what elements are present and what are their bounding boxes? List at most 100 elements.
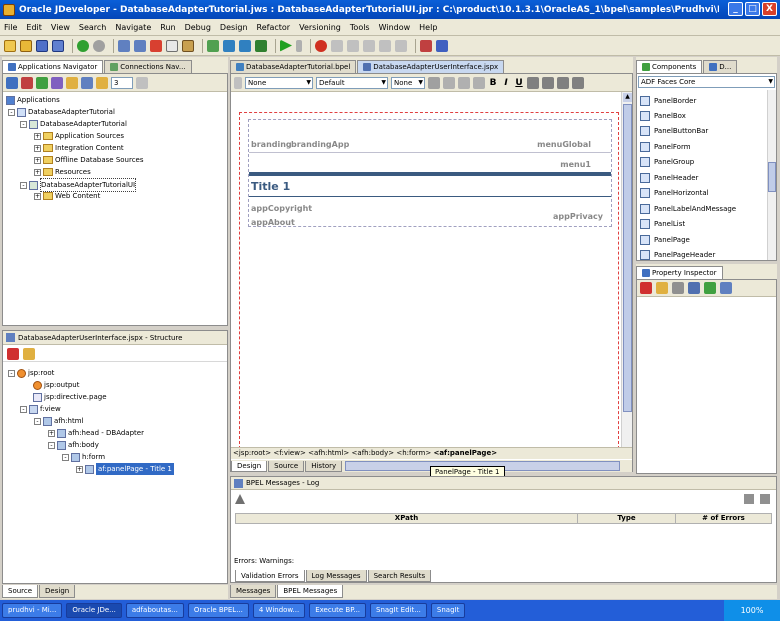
tab-editor-source[interactable]: Source	[268, 460, 305, 472]
menu-global-facet[interactable]: menuGlobal	[537, 140, 591, 149]
close-button[interactable]: X	[762, 2, 777, 16]
menu-help[interactable]: Help	[419, 23, 437, 32]
col-xpath[interactable]: XPath	[236, 514, 578, 523]
task-adfaboutas[interactable]: adfaboutas...	[125, 603, 184, 618]
underline-button[interactable]: U	[514, 78, 524, 88]
component-panel-form[interactable]: PanelForm	[640, 142, 691, 152]
tree-node-applications[interactable]: Applications	[6, 94, 60, 106]
branding-facet[interactable]: branding	[251, 140, 292, 149]
toggle-breakpoint-icon[interactable]	[420, 39, 432, 52]
forward-icon[interactable]	[93, 39, 105, 52]
tab-applications-navigator[interactable]: Applications Navigator	[2, 60, 104, 73]
menu-view[interactable]: View	[51, 23, 70, 32]
page-canvas[interactable]: branding brandingApp menuGlobal menu1 Ti…	[239, 112, 619, 454]
menu-design[interactable]: Design	[220, 23, 248, 32]
task-oracle-bpel[interactable]: Oracle BPEL...	[187, 603, 249, 618]
align-left-icon[interactable]	[527, 76, 539, 89]
struct-node-f-view[interactable]: - f:view	[20, 403, 61, 415]
link-icon[interactable]	[458, 76, 470, 89]
run-icon[interactable]	[280, 39, 292, 52]
step-icon[interactable]	[347, 39, 359, 52]
app-privacy-facet[interactable]: appPrivacy	[553, 212, 603, 221]
collapse-icon[interactable]: -	[20, 181, 27, 189]
tab-components[interactable]: Components	[636, 60, 703, 73]
component-panel-border[interactable]: PanelBorder	[640, 96, 696, 106]
tree-node-integration-content[interactable]: + Integration Content	[34, 142, 124, 154]
task-snagit[interactable]: SnagIt	[430, 603, 466, 618]
find-icon[interactable]	[688, 282, 700, 294]
scroll-up-icon[interactable]: ▲	[623, 93, 632, 102]
new-icon[interactable]	[4, 39, 16, 52]
freeze-icon[interactable]	[23, 347, 35, 360]
pin-icon[interactable]	[7, 347, 19, 360]
tab-log-messages[interactable]: Log Messages	[305, 570, 367, 582]
tab-design[interactable]: Design	[39, 585, 76, 598]
crumb-h-form[interactable]: <h:form>	[396, 449, 431, 457]
new-application-icon[interactable]	[6, 76, 18, 89]
delete-icon[interactable]	[21, 76, 33, 89]
help-icon[interactable]	[436, 39, 448, 52]
struct-node-afh-html[interactable]: - afh:html	[34, 415, 84, 427]
app-copyright-facet[interactable]: appCopyright	[251, 204, 312, 213]
struct-node-panel-page[interactable]: + af:panelPage - Title 1	[76, 463, 174, 475]
component-panel-box[interactable]: PanelBox	[640, 111, 686, 121]
task-windows[interactable]: 4 Window...	[252, 603, 306, 618]
crumb-panel-page[interactable]: <af:panelPage>	[433, 449, 497, 457]
menu-refactor[interactable]: Refactor	[257, 23, 291, 32]
collapse-icon[interactable]: -	[62, 453, 69, 461]
filter-icon[interactable]	[51, 76, 63, 89]
expand-icon[interactable]: +	[34, 144, 41, 152]
show-folder-icon[interactable]	[96, 76, 108, 89]
palette-scroll-thumb[interactable]	[768, 162, 776, 192]
component-panel-label-and-message[interactable]: PanelLabelAndMessage	[640, 204, 736, 214]
tab-editor-design[interactable]: Design	[231, 460, 268, 472]
tab-property-inspector[interactable]: Property Inspector	[636, 266, 723, 279]
branding-app-facet[interactable]: brandingApp	[291, 140, 349, 149]
menu-edit[interactable]: Edit	[26, 23, 42, 32]
crumb-afh-html[interactable]: <afh:html>	[308, 449, 349, 457]
menu-window[interactable]: Window	[379, 23, 411, 32]
list-icon[interactable]	[720, 282, 732, 294]
tab-bpel-file[interactable]: DatabaseAdapterTutorial.bpel	[230, 60, 357, 73]
expand-icon[interactable]: +	[34, 132, 41, 140]
rebuild-icon[interactable]	[223, 39, 235, 52]
cut-format-icon[interactable]	[428, 76, 440, 89]
tree-node-app[interactable]: - DatabaseAdapterTutorial	[8, 106, 115, 118]
redo-icon[interactable]	[134, 39, 146, 52]
tab-jspx-file[interactable]: DatabaseAdapterUserInterface.jspx	[357, 60, 505, 73]
close-log-icon[interactable]	[760, 494, 770, 504]
collapse-icon[interactable]: -	[8, 369, 15, 377]
maximize-button[interactable]: □	[745, 2, 760, 16]
component-panel-list[interactable]: PanelList	[640, 219, 685, 229]
component-panel-page-header[interactable]: PanelPageHeader	[640, 250, 715, 260]
font-select[interactable]: Default ▼	[316, 76, 388, 89]
collapse-icon[interactable]: -	[20, 120, 27, 128]
struct-node-afh-body[interactable]: - afh:body	[48, 439, 99, 451]
task-snagit-editor[interactable]: SnagIt Edit...	[370, 603, 427, 618]
tree-node-offline-database-sources[interactable]: + Offline Database Sources	[34, 154, 144, 166]
task-prudhvi[interactable]: prudhvi - Mi...	[2, 603, 63, 618]
menu1-facet[interactable]: menu1	[560, 160, 591, 169]
resume-icon[interactable]	[395, 39, 407, 52]
make-icon[interactable]	[207, 39, 219, 52]
col-errors[interactable]: # of Errors	[676, 514, 771, 523]
editor-vertical-scrollbar[interactable]: ▲	[621, 92, 632, 447]
app-about-facet[interactable]: appAbout	[251, 218, 295, 227]
menu-navigate[interactable]: Navigate	[115, 23, 151, 32]
save-all-icon[interactable]	[52, 39, 64, 52]
size-select[interactable]: None ▼	[391, 76, 425, 89]
bold-button[interactable]: B	[488, 78, 498, 88]
menu-debug[interactable]: Debug	[185, 23, 211, 32]
tab-data-control[interactable]: D...	[703, 60, 738, 73]
open-icon[interactable]	[20, 39, 32, 52]
rebuild-all-icon[interactable]	[239, 39, 251, 52]
folder-icon[interactable]	[66, 76, 78, 89]
task-execute-bpel[interactable]: Execute BP...	[309, 603, 367, 618]
align-center-icon[interactable]	[542, 76, 554, 89]
level-spinner[interactable]: 3	[111, 76, 133, 89]
palette-scrollbar[interactable]	[767, 90, 776, 260]
undo-icon[interactable]	[118, 39, 130, 52]
collapse-icon[interactable]: -	[48, 441, 55, 449]
minimize-button[interactable]: _	[728, 2, 743, 16]
component-panel-header[interactable]: PanelHeader	[640, 173, 698, 183]
